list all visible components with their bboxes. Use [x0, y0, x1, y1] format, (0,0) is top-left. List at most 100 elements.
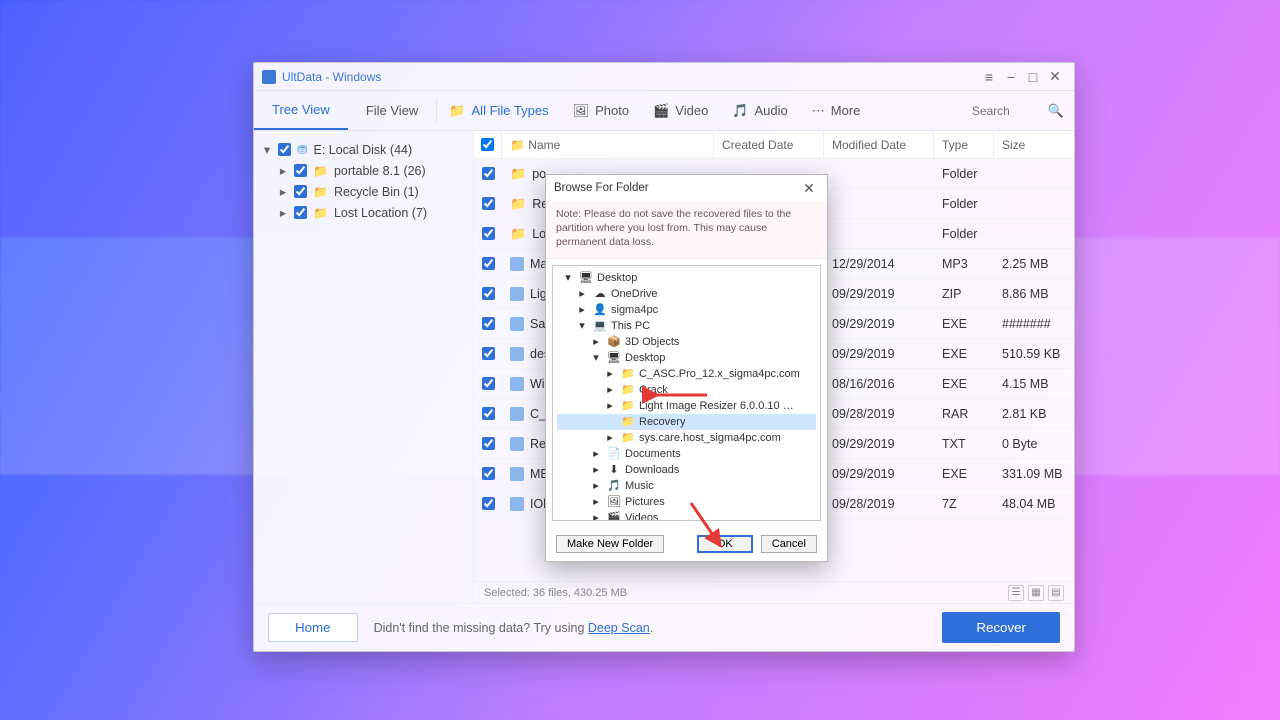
recover-button[interactable]: Recover: [942, 612, 1060, 643]
dialog-tree-item[interactable]: ▾🖥Desktop: [557, 270, 816, 286]
expand-icon[interactable]: ▸: [589, 335, 603, 348]
col-created[interactable]: Created Date: [714, 131, 824, 158]
expand-icon[interactable]: ▸: [589, 511, 603, 521]
dialog-tree-item[interactable]: ▸☁OneDrive: [557, 286, 816, 302]
tree-item[interactable]: ▸Recycle Bin (1): [260, 181, 467, 202]
caret-right-icon[interactable]: ▸: [278, 205, 288, 220]
expand-icon[interactable]: ▸: [589, 463, 603, 476]
node-label: Videos: [625, 512, 658, 521]
row-checkbox[interactable]: [482, 257, 495, 270]
tree-root[interactable]: ▾ E: Local Disk (44): [260, 139, 467, 160]
dialog-tree-item[interactable]: ▾💻This PC: [557, 318, 816, 334]
menu-icon[interactable]: ≡: [978, 66, 1000, 88]
photo-icon: 🖼: [573, 103, 590, 119]
dialog-tree-item[interactable]: ▸📄Documents: [557, 446, 816, 462]
dialog-tree-item[interactable]: ▾🖥Desktop: [557, 350, 816, 366]
col-type[interactable]: Type: [934, 131, 994, 158]
tree-root-checkbox[interactable]: [278, 143, 291, 156]
caret-down-icon[interactable]: ▾: [262, 142, 272, 157]
node-label: 3D Objects: [625, 336, 679, 348]
search-input[interactable]: [972, 104, 1042, 118]
home-button[interactable]: Home: [268, 613, 358, 642]
col-name[interactable]: Name: [528, 138, 560, 152]
file-icon: [510, 467, 524, 481]
row-checkbox[interactable]: [482, 227, 495, 240]
node-icon: 🎬: [607, 511, 621, 521]
dialog-tree-item[interactable]: ▸📁C_ASC.Pro_12.x_sigma4pc.com: [557, 366, 816, 382]
dialog-tree-item[interactable]: ▸👤sigma4pc: [557, 302, 816, 318]
row-modified: 12/29/2014: [824, 257, 934, 271]
minimize-icon[interactable]: −: [1000, 66, 1022, 88]
tree-item-checkbox[interactable]: [294, 164, 307, 177]
ok-button[interactable]: OK: [697, 535, 753, 553]
maximize-icon[interactable]: □: [1022, 66, 1044, 88]
expand-icon[interactable]: ▸: [603, 431, 617, 444]
tree-item-label: portable 8.1 (26): [334, 164, 426, 178]
filter-all-file-types[interactable]: 📁All File Types: [437, 91, 560, 130]
search-icon[interactable]: 🔍: [1048, 103, 1064, 119]
tree-item-checkbox[interactable]: [294, 185, 307, 198]
tree-item-checkbox[interactable]: [294, 206, 307, 219]
view-grid-icon[interactable]: ▦: [1028, 585, 1044, 601]
deep-scan-link[interactable]: Deep Scan: [588, 621, 650, 635]
dialog-tree-item[interactable]: ▸🎵Music: [557, 478, 816, 494]
row-checkbox[interactable]: [482, 377, 495, 390]
row-checkbox[interactable]: [482, 167, 495, 180]
expand-icon[interactable]: ▸: [575, 303, 589, 316]
folder-icon: [313, 164, 328, 178]
dialog-close-icon[interactable]: ✕: [799, 180, 819, 197]
row-checkbox[interactable]: [482, 287, 495, 300]
row-checkbox[interactable]: [482, 497, 495, 510]
col-size[interactable]: Size: [994, 131, 1074, 158]
filter-more[interactable]: ⋯More: [800, 91, 873, 130]
tree-item[interactable]: ▸ portable 8.1 (26): [260, 160, 467, 181]
expand-icon[interactable]: ▸: [589, 479, 603, 492]
dialog-tree-item[interactable]: ▸⬇Downloads: [557, 462, 816, 478]
row-checkbox[interactable]: [482, 437, 495, 450]
expand-icon[interactable]: ▸: [603, 399, 617, 412]
filter-video[interactable]: 🎬Video: [641, 91, 720, 130]
row-checkbox[interactable]: [482, 467, 495, 480]
expand-icon[interactable]: ▾: [561, 271, 575, 284]
filter-photo[interactable]: 🖼Photo: [561, 91, 642, 130]
dialog-tree-item[interactable]: ▸🖼Pictures: [557, 494, 816, 510]
row-checkbox[interactable]: [482, 317, 495, 330]
row-checkbox[interactable]: [482, 407, 495, 420]
dialog-tree-item[interactable]: ▸📁Light Image Resizer 6.0.0.10 …: [557, 398, 816, 414]
expand-icon[interactable]: ▸: [575, 287, 589, 300]
expand-icon[interactable]: ▸: [589, 447, 603, 460]
view-detail-icon[interactable]: ▤: [1048, 585, 1064, 601]
dialog-tree-item[interactable]: ▸📁sys.care.host_sigma4pc.com: [557, 430, 816, 446]
close-icon[interactable]: ✕: [1044, 66, 1066, 88]
dialog-tree-item[interactable]: ▸📁Crack: [557, 382, 816, 398]
filter-audio[interactable]: 🎵Audio: [720, 91, 799, 130]
row-checkbox[interactable]: [482, 347, 495, 360]
node-icon: 📁: [621, 383, 635, 396]
node-icon: 📁: [621, 431, 635, 444]
tab-tree-view[interactable]: Tree View: [254, 91, 348, 130]
cancel-button[interactable]: Cancel: [761, 535, 817, 553]
dialog-tree-item[interactable]: 📁Recovery: [557, 414, 816, 430]
search-box[interactable]: 🔍: [962, 91, 1074, 130]
caret-right-icon[interactable]: ▸: [278, 163, 288, 178]
tree-item[interactable]: ▸Lost Location (7): [260, 202, 467, 223]
select-all-checkbox[interactable]: [481, 138, 494, 151]
expand-icon[interactable]: ▾: [589, 351, 603, 364]
view-list-icon[interactable]: ☰: [1008, 585, 1024, 601]
col-modified[interactable]: Modified Date: [824, 131, 934, 158]
row-type: Folder: [934, 227, 994, 241]
row-modified: 09/29/2019: [824, 287, 934, 301]
dialog-folder-tree[interactable]: ▾🖥Desktop▸☁OneDrive▸👤sigma4pc▾💻This PC▸📦…: [552, 265, 821, 521]
expand-icon[interactable]: ▸: [603, 367, 617, 380]
folder-icon: 📁: [510, 138, 525, 152]
expand-icon[interactable]: ▸: [589, 495, 603, 508]
node-label: OneDrive: [611, 288, 657, 300]
tab-file-view[interactable]: File View: [348, 91, 437, 130]
row-checkbox[interactable]: [482, 197, 495, 210]
make-new-folder-button[interactable]: Make New Folder: [556, 535, 664, 553]
expand-icon[interactable]: ▸: [603, 383, 617, 396]
expand-icon[interactable]: ▾: [575, 319, 589, 332]
caret-right-icon[interactable]: ▸: [278, 184, 288, 199]
dialog-tree-item[interactable]: ▸📦3D Objects: [557, 334, 816, 350]
dialog-tree-item[interactable]: ▸ 🎬 Videos: [557, 510, 816, 521]
